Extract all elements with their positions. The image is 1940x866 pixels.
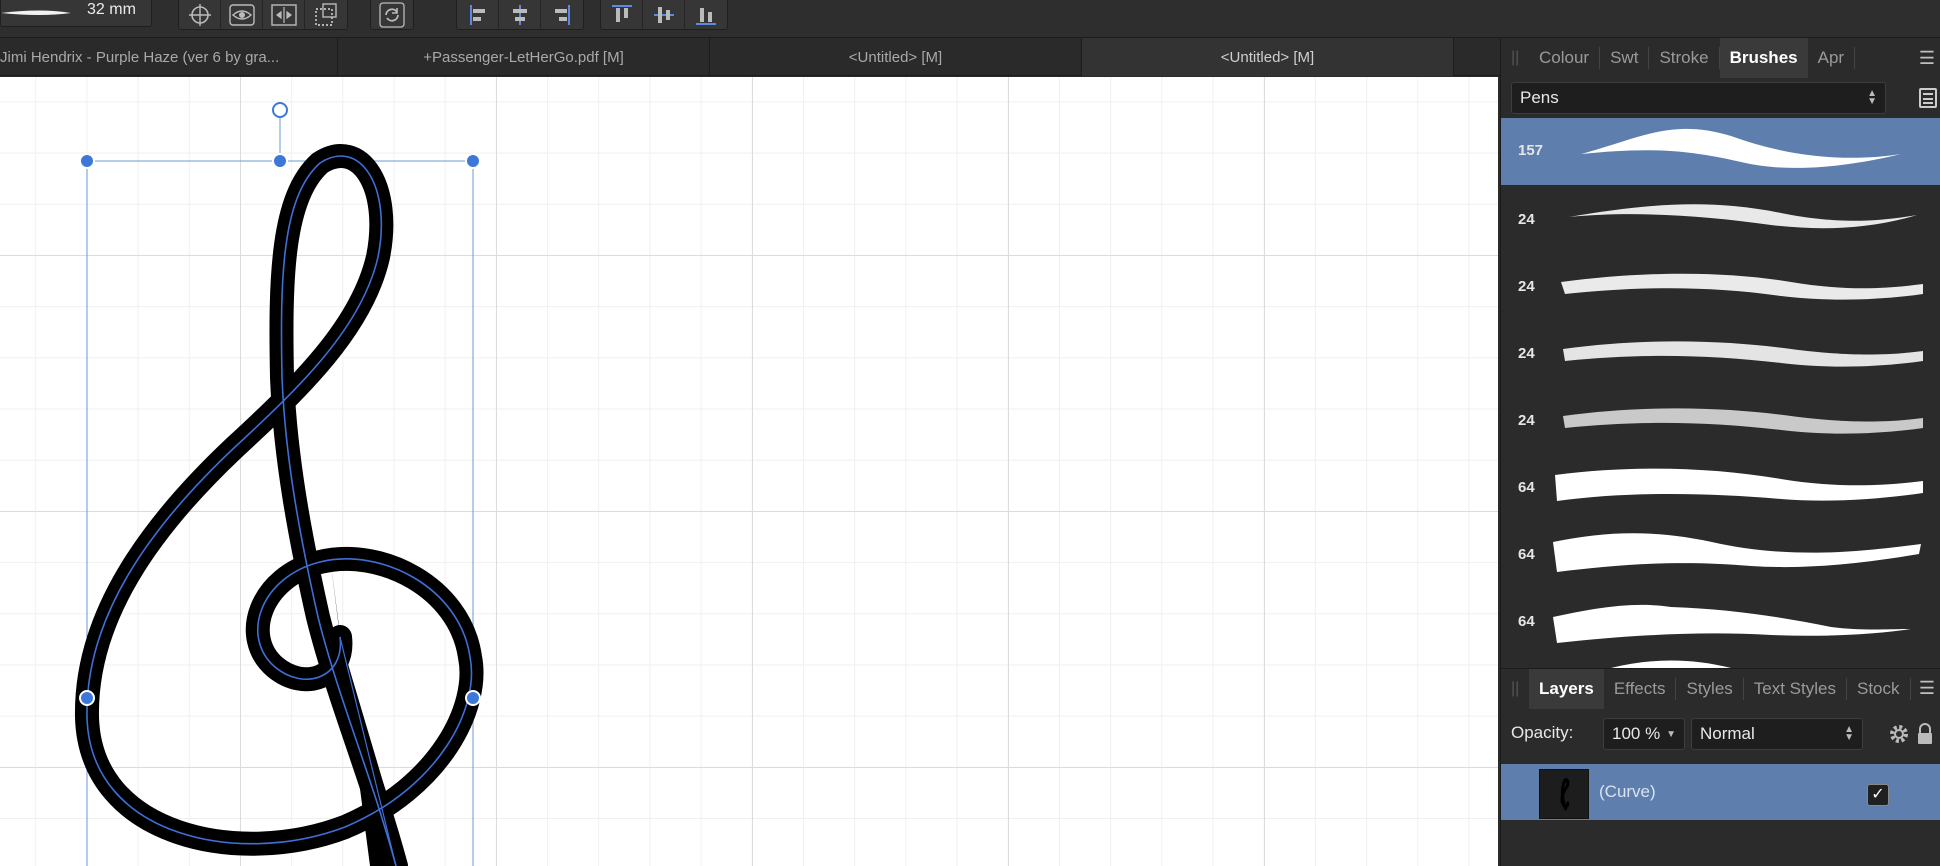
tab-styles[interactable]: Styles xyxy=(1676,677,1744,700)
document-canvas[interactable] xyxy=(0,77,1498,866)
right-panel: || Colour Swt Stroke Brushes Apr ☰ Pens … xyxy=(1500,38,1940,866)
align-vertical-group xyxy=(600,0,728,30)
align-left-icon[interactable] xyxy=(457,0,499,30)
brush-stroke-preview xyxy=(1561,273,1923,300)
align-center-icon[interactable] xyxy=(499,0,541,30)
panel-menu-icon[interactable]: ☰ xyxy=(1919,678,1935,699)
brush-item[interactable]: 64 xyxy=(1501,520,1940,587)
document-tabs: Jimi Hendrix - Purple Haze (ver 6 by gra… xyxy=(0,38,1500,76)
brush-stroke-preview xyxy=(1611,660,1731,668)
tab-effects[interactable]: Effects xyxy=(1604,677,1677,700)
brush-item[interactable] xyxy=(1501,654,1940,668)
panel-grip-icon[interactable]: || xyxy=(1511,680,1529,698)
handle-middle-left[interactable] xyxy=(79,690,95,706)
opacity-label: Opacity: xyxy=(1511,723,1574,742)
brush-size-label: 157 xyxy=(1518,142,1544,159)
handle-top-left[interactable] xyxy=(79,153,95,169)
brush-list: 157 24 24 24 24 64 64 64 xyxy=(1501,118,1940,668)
layer-thumbnail xyxy=(1539,769,1589,819)
brush-size-label: 24 xyxy=(1518,345,1535,362)
brush-item[interactable]: 157 xyxy=(1501,118,1940,185)
brushes-panel-tabs: || Colour Swt Stroke Brushes Apr ☰ xyxy=(1501,38,1940,78)
brush-item[interactable]: 24 xyxy=(1501,386,1940,453)
handle-top-right[interactable] xyxy=(465,153,481,169)
align-middle-icon[interactable] xyxy=(643,0,685,30)
brush-size-value: 32 mm xyxy=(87,1,136,18)
brush-stroke-preview xyxy=(1553,533,1921,572)
brush-item[interactable]: 24 xyxy=(1501,252,1940,319)
align-bottom-icon[interactable] xyxy=(685,0,727,30)
tab-document-4[interactable]: <Untitled> [M] xyxy=(1082,38,1454,76)
layer-row[interactable]: (Curve) ✓ xyxy=(1501,764,1940,820)
toolbar: 32 mm xyxy=(0,0,1940,38)
tab-stroke[interactable]: Stroke xyxy=(1649,47,1720,69)
brush-stroke-preview xyxy=(1563,341,1923,367)
tab-document-2[interactable]: +Passenger-LetHerGo.pdf [M] xyxy=(338,38,710,76)
opacity-value: 100 % xyxy=(1612,724,1661,743)
transform-tool-group xyxy=(178,0,348,30)
align-horizontal-group xyxy=(456,0,584,30)
brush-item[interactable]: 24 xyxy=(1501,185,1940,252)
align-right-icon[interactable] xyxy=(541,0,583,30)
brush-size-field[interactable]: 32 mm xyxy=(0,0,152,27)
tab-text-styles[interactable]: Text Styles xyxy=(1744,677,1847,700)
align-top-icon[interactable] xyxy=(601,0,643,30)
crosshair-icon[interactable] xyxy=(179,0,221,30)
tab-document-3[interactable]: <Untitled> [M] xyxy=(710,38,1082,76)
brush-item[interactable]: 64 xyxy=(1501,453,1940,520)
brush-size-label: 64 xyxy=(1518,613,1535,630)
brush-stroke-preview xyxy=(1563,408,1923,434)
brush-category-select[interactable]: Pens ▲ ▼ xyxy=(1511,82,1886,114)
brush-size-label: 24 xyxy=(1518,211,1535,228)
handle-top-center[interactable] xyxy=(272,153,288,169)
canvas-drawing xyxy=(74,102,484,866)
gear-icon[interactable] xyxy=(1887,722,1911,751)
tab-stock[interactable]: Stock xyxy=(1847,677,1911,700)
brush-stroke-preview xyxy=(1581,128,1901,168)
chevron-down-icon: ▼ xyxy=(1666,729,1676,740)
blend-mode-select[interactable]: Normal ▲ ▼ xyxy=(1691,718,1863,750)
brush-category-value: Pens xyxy=(1520,88,1559,107)
brush-size-label: 24 xyxy=(1518,278,1535,295)
tab-layers[interactable]: Layers xyxy=(1529,668,1604,709)
brush-item[interactable]: 24 xyxy=(1501,319,1940,386)
brush-item[interactable]: 64 xyxy=(1501,587,1940,654)
panel-grip-icon[interactable]: || xyxy=(1511,49,1529,67)
transform-origin-icon[interactable] xyxy=(305,0,347,30)
brush-preview-icon xyxy=(1,10,71,15)
select-arrows-icon: ▲ ▼ xyxy=(1867,88,1877,107)
brush-size-label: 64 xyxy=(1518,479,1535,496)
brush-stroke-preview xyxy=(1569,204,1917,229)
layers-panel-tabs: || Layers Effects Styles Text Styles Sto… xyxy=(1501,668,1940,709)
rotate-icon[interactable] xyxy=(371,0,413,30)
handle-middle-right[interactable] xyxy=(465,690,481,706)
tab-swatches[interactable]: Swt xyxy=(1600,47,1650,69)
brush-size-label: 64 xyxy=(1518,546,1535,563)
flip-horizontal-icon[interactable] xyxy=(263,0,305,30)
brush-list-view-icon[interactable] xyxy=(1919,88,1937,108)
eye-icon[interactable] xyxy=(221,0,263,30)
brush-stroke-preview xyxy=(1555,468,1923,501)
blend-mode-value: Normal xyxy=(1700,724,1755,743)
brush-stroke-preview xyxy=(1553,604,1911,643)
tab-appearance[interactable]: Apr xyxy=(1808,47,1856,69)
opacity-field[interactable]: 100 % ▼ xyxy=(1603,718,1685,750)
rotate-tool-group xyxy=(370,0,414,30)
tab-colour[interactable]: Colour xyxy=(1529,47,1601,69)
treble-clef-curve[interactable] xyxy=(74,144,484,866)
tab-brushes[interactable]: Brushes xyxy=(1719,38,1808,78)
select-arrows-icon: ▲ ▼ xyxy=(1844,724,1854,743)
brush-size-label: 24 xyxy=(1518,412,1535,429)
lock-icon[interactable] xyxy=(1915,722,1935,751)
rotation-handle[interactable] xyxy=(272,102,288,118)
tab-document-1[interactable]: Jimi Hendrix - Purple Haze (ver 6 by gra… xyxy=(0,38,338,76)
layer-visibility-checkbox[interactable]: ✓ xyxy=(1867,784,1889,806)
panel-menu-icon[interactable]: ☰ xyxy=(1919,48,1935,69)
layer-name: (Curve) xyxy=(1599,782,1656,801)
